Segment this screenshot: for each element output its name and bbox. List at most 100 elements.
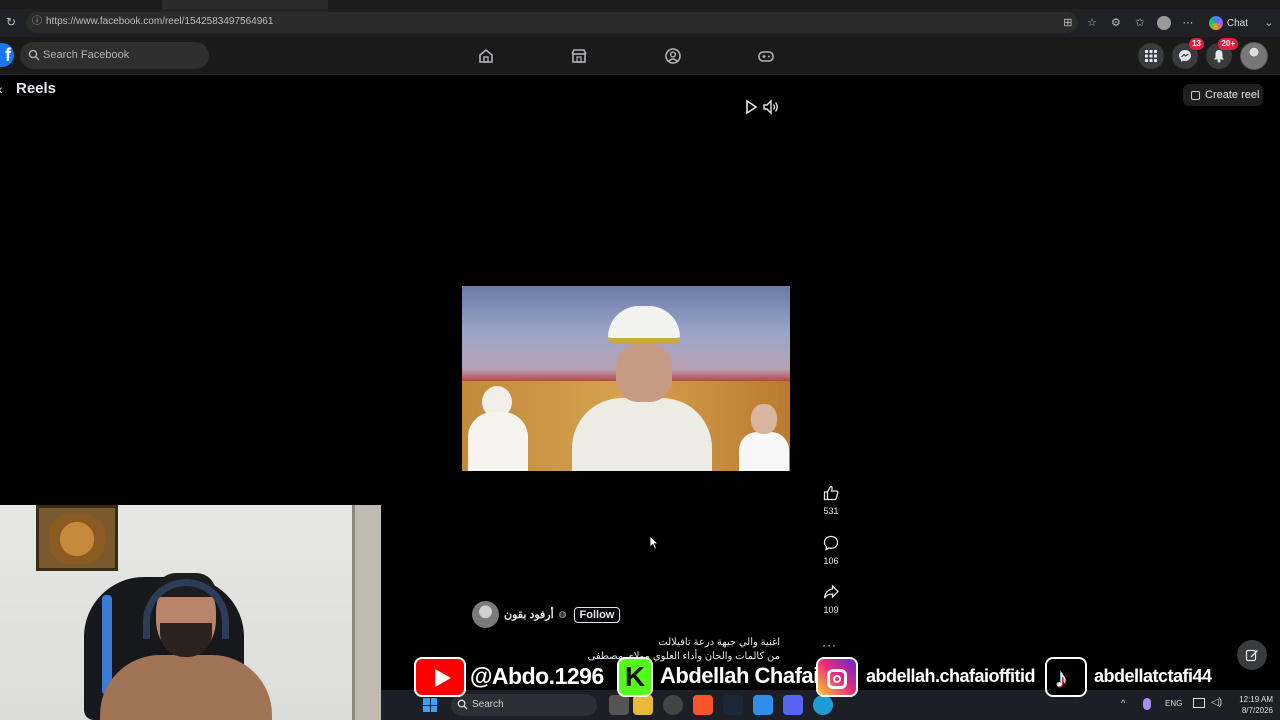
task-view-icon[interactable] xyxy=(609,695,629,715)
like-count: 531 xyxy=(823,506,839,516)
share-count: 109 xyxy=(823,605,839,615)
file-explorer-icon[interactable] xyxy=(633,695,653,715)
kick-icon: K xyxy=(617,657,653,697)
webcam-overlay xyxy=(0,505,381,720)
search-placeholder: Search Facebook xyxy=(43,49,130,61)
site-info-icon[interactable]: ⓘ xyxy=(32,16,44,28)
volume-icon[interactable]: ◁) xyxy=(1211,697,1222,708)
groups-icon[interactable] xyxy=(664,47,682,65)
screen: ↻ ⓘ https://www.facebook.com/reel/154258… xyxy=(0,0,1280,720)
create-reel-icon xyxy=(1191,90,1200,100)
page-title: Reels xyxy=(16,80,57,97)
reload-icon[interactable]: ↻ xyxy=(4,15,18,29)
facebook-header: f Search Facebook 13 20+ xyxy=(0,37,1280,75)
show-hidden-icons-icon[interactable]: ^ xyxy=(1121,698,1125,708)
thumbs-up-icon xyxy=(823,485,839,501)
share-action[interactable]: 109 xyxy=(818,581,844,615)
reel-author: أرفود بقون ◍ Follow xyxy=(472,601,621,628)
gaming-icon[interactable] xyxy=(757,47,775,65)
video-person-left xyxy=(468,386,528,471)
notifications-button[interactable]: 20+ xyxy=(1206,38,1238,69)
more-options-icon[interactable]: ··· xyxy=(822,638,837,652)
instagram-icon xyxy=(816,657,858,697)
tiktok-handle: abdellatctafi44 xyxy=(1094,666,1212,686)
taskbar-search[interactable]: Search xyxy=(451,694,597,716)
taskbar-search-label: Search xyxy=(472,699,504,710)
follow-button[interactable]: Follow xyxy=(573,606,621,623)
search-icon xyxy=(28,49,40,61)
browser-tab-active[interactable] xyxy=(162,0,328,9)
streamer-shirt xyxy=(100,655,272,720)
discord-icon[interactable] xyxy=(783,695,803,715)
comment-action[interactable]: 106 xyxy=(818,532,844,566)
home-icon[interactable] xyxy=(477,47,495,65)
author-avatar[interactable] xyxy=(472,601,499,628)
facebook-logo-icon[interactable]: f xyxy=(0,43,14,67)
microphone-icon[interactable] xyxy=(1143,698,1151,710)
youtube-handle: @Abdo.1296 xyxy=(470,663,604,689)
kick-handle: Abdellah Chafai xyxy=(660,663,819,688)
url-text: https://www.facebook.com/reel/1542583497… xyxy=(46,16,274,27)
comment-count: 106 xyxy=(823,556,839,566)
chevron-down-icon[interactable]: ⌄ xyxy=(1262,16,1276,30)
windows-start-icon[interactable] xyxy=(423,698,437,712)
globe-icon: ◍ xyxy=(558,609,567,619)
close-icon[interactable]: ‹ xyxy=(0,81,3,97)
favorite-star-icon[interactable]: ☆ xyxy=(1085,16,1099,30)
chrome-icon[interactable] xyxy=(663,695,683,715)
mouse-cursor-icon xyxy=(649,535,659,550)
notifications-badge: 20+ xyxy=(1218,38,1238,50)
bell-icon xyxy=(1214,50,1224,63)
messenger-button[interactable]: 13 xyxy=(1172,38,1204,69)
share-icon xyxy=(823,584,839,599)
clock[interactable]: 12:19 AM 8/7/2026 xyxy=(1233,694,1273,716)
instagram-handle: abdellah.chafaioffitid xyxy=(866,666,1036,686)
tiktok-icon: ♪ xyxy=(1045,657,1087,697)
browser-profile-icon[interactable] xyxy=(1156,16,1171,30)
input-language[interactable]: ENG xyxy=(1165,699,1182,708)
network-icon[interactable] xyxy=(1193,698,1205,708)
copilot-icon xyxy=(1208,16,1223,30)
marketplace-icon[interactable] xyxy=(570,47,588,65)
brave-icon[interactable] xyxy=(693,695,713,715)
extensions-icon[interactable]: ⚙ xyxy=(1109,16,1123,30)
menu-button[interactable] xyxy=(1138,43,1164,69)
edit-icon xyxy=(1245,649,1258,662)
reel-caption-line: اغنية والي جيهة درعة تافيلالت xyxy=(658,637,780,648)
video-person-center xyxy=(572,306,712,471)
author-name[interactable]: أرفود بقون xyxy=(504,608,554,621)
comment-icon xyxy=(823,535,839,551)
browser-toolbar: ↻ ⓘ https://www.facebook.com/reel/154258… xyxy=(0,9,1280,37)
reel-video[interactable] xyxy=(462,286,790,471)
create-reel-label: Create reel xyxy=(1205,89,1260,101)
facebook-search-input[interactable]: Search Facebook xyxy=(20,42,209,69)
header-right-actions: 13 20+ xyxy=(1138,38,1268,71)
store-icon[interactable] xyxy=(753,695,773,715)
play-icon[interactable] xyxy=(744,99,758,115)
account-avatar[interactable] xyxy=(1240,42,1268,70)
video-person-right xyxy=(739,404,789,471)
more-options-icon[interactable]: ⋯ xyxy=(1181,16,1195,30)
steam-icon[interactable] xyxy=(723,695,743,715)
volume-icon[interactable] xyxy=(762,99,780,115)
browser-actions: ⊞ ☆ ⚙ ✩ ⋯ Chat ⌄ xyxy=(1061,13,1276,33)
grid-menu-icon xyxy=(1145,50,1157,62)
edge-icon[interactable] xyxy=(813,695,833,715)
youtube-icon xyxy=(414,657,466,697)
wall-picture xyxy=(36,505,118,571)
address-bar[interactable]: ⓘ https://www.facebook.com/reel/15425834… xyxy=(26,12,1078,33)
like-action[interactable]: 531 xyxy=(818,482,844,516)
social-handles-overlay: @Abdo.1296 K Abdellah Chafai abdellah.ch… xyxy=(414,657,1214,697)
create-reel-button[interactable]: Create reel xyxy=(1183,84,1263,106)
search-icon xyxy=(457,699,468,710)
browser-tabstrip xyxy=(0,0,1280,9)
favorites-icon[interactable]: ✩ xyxy=(1133,16,1147,30)
messenger-icon xyxy=(1179,50,1191,62)
new-message-button[interactable] xyxy=(1237,640,1267,670)
clock-date: 8/7/2026 xyxy=(1241,706,1273,715)
messenger-badge: 13 xyxy=(1189,38,1204,50)
door-frame xyxy=(352,505,381,720)
app-available-icon[interactable]: ⊞ xyxy=(1061,16,1075,30)
chat-button[interactable]: Chat xyxy=(1205,16,1252,30)
chat-label: Chat xyxy=(1226,17,1248,29)
